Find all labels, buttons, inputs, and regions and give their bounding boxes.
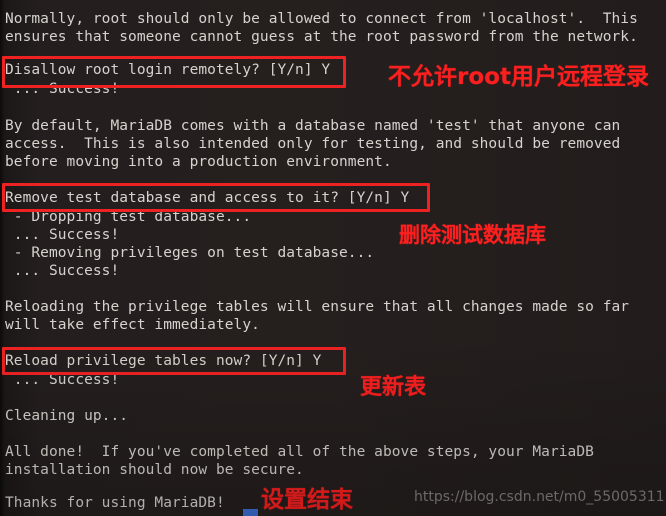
terminal-line: Cleaning up...	[5, 408, 129, 424]
annotation-remove-test-database: 删除测试数据库	[399, 223, 546, 247]
terminal-line-disallow-root-login: Disallow root login remotely? [Y/n] Y	[5, 62, 331, 78]
terminal-line: ... Success!	[5, 372, 120, 388]
terminal-cursor	[243, 509, 258, 516]
terminal-line: - Dropping test database...	[5, 209, 252, 225]
annotation-setup-finished: 设置结束	[261, 487, 353, 513]
watermark-url: https://blog.csdn.net/m0_55005311	[414, 489, 665, 505]
terminal-line: ... Success!	[5, 263, 120, 279]
terminal-line: ensures that someone cannot guess at the…	[5, 29, 638, 45]
terminal-line: By default, MariaDB comes with a databas…	[5, 118, 621, 134]
terminal-line: Reloading the privilege tables will ensu…	[5, 299, 630, 315]
terminal-line-remove-test-database: Remove test database and access to it? […	[5, 190, 410, 206]
terminal-line: access. This is also intended only for t…	[5, 136, 621, 152]
terminal-line: Normally, root should only be allowed to…	[5, 11, 638, 27]
terminal-window[interactable]: Normally, root should only be allowed to…	[0, 0, 666, 516]
terminal-line: ... Success!	[5, 227, 120, 243]
terminal-line: will take effect immediately.	[5, 317, 260, 333]
terminal-line: All done! If you've completed all of the…	[5, 444, 594, 460]
terminal-line: before moving into a production environm…	[5, 154, 392, 170]
annotation-disallow-root-login: 不允许root用户远程登录	[388, 64, 649, 90]
terminal-line: installation should now be secure.	[5, 462, 304, 478]
terminal-line-reload-privilege-tables: Reload privilege tables now? [Y/n] Y	[5, 353, 322, 369]
annotation-reload-tables: 更新表	[360, 375, 427, 400]
terminal-line: - Removing privileges on test database..…	[5, 245, 375, 261]
terminal-line: Thanks for using MariaDB!	[5, 495, 225, 511]
terminal-line: ... Success!	[5, 81, 120, 97]
